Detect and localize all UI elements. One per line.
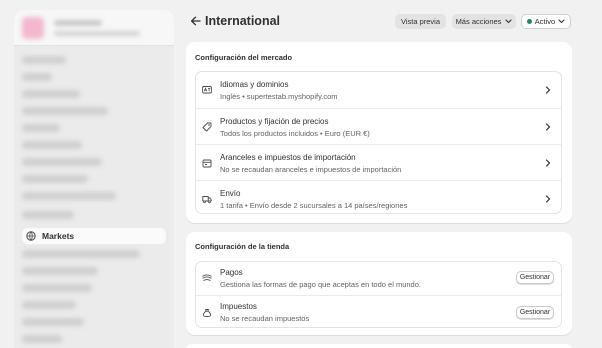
- more-actions-label: Más acciones: [455, 17, 502, 26]
- row-title: Aranceles e impuestos de importación: [220, 153, 356, 162]
- globe-icon: [26, 231, 36, 241]
- manage-payments-button[interactable]: Gestionar: [516, 271, 554, 284]
- status-label: Activo: [534, 17, 556, 26]
- row-subtitle: No se recaudan impuestos: [220, 314, 310, 323]
- price-tag-icon: [202, 122, 212, 132]
- sidebar-item-blurred[interactable]: [22, 175, 88, 183]
- sidebar-item-blurred[interactable]: [22, 318, 84, 326]
- row-title: Envío: [220, 189, 241, 198]
- languages-domains-row[interactable]: Idiomas y dominios Inglés • supertestab.…: [196, 72, 561, 108]
- next-card: [186, 344, 572, 348]
- row-subtitle: 1 tarifa • Envío desde 2 sucursales a 14…: [220, 201, 408, 210]
- sidebar-item-blurred[interactable]: [22, 335, 62, 343]
- sidebar-item-blurred[interactable]: [22, 56, 66, 64]
- sidebar-item-blurred[interactable]: [22, 90, 80, 98]
- duties-import-taxes-row[interactable]: Aranceles e impuestos de importación No …: [196, 144, 561, 180]
- row-title: Idiomas y dominios: [220, 80, 289, 89]
- sidebar-item-blurred[interactable]: [22, 158, 102, 166]
- store-switcher[interactable]: [14, 10, 174, 46]
- chevron-right-icon: [544, 123, 552, 131]
- more-actions-button[interactable]: Más acciones: [452, 14, 516, 29]
- store-domain-blurred: [54, 31, 140, 36]
- store-config-list: Pagos Gestiona las formas de pago que ac…: [195, 261, 562, 328]
- sidebar: Markets: [14, 10, 174, 348]
- manage-taxes-button[interactable]: Gestionar: [516, 306, 554, 319]
- preview-button-label: Vista previa: [400, 17, 441, 26]
- sidebar-item-markets[interactable]: Markets: [22, 228, 166, 244]
- products-pricing-row[interactable]: Productos y fijación de precios Todos lo…: [196, 108, 561, 144]
- tax-bag-icon: [202, 308, 212, 318]
- truck-icon: [202, 194, 212, 204]
- row-title: Pagos: [220, 268, 243, 277]
- row-subtitle: No se recaudan aranceles e impuestos de …: [220, 165, 402, 174]
- sidebar-item-blurred[interactable]: [22, 267, 98, 275]
- row-subtitle: Todos los productos incluidos • Euro (EU…: [220, 129, 370, 138]
- chevron-right-icon: [544, 86, 552, 94]
- market-config-card: Configuración del mercado Idiomas y domi…: [186, 42, 572, 223]
- preview-button[interactable]: Vista previa: [395, 14, 446, 29]
- row-title: Impuestos: [220, 302, 257, 311]
- sidebar-item-blurred[interactable]: [22, 211, 74, 219]
- chevron-right-icon: [544, 159, 552, 167]
- store-avatar: [22, 17, 44, 39]
- chevron-right-icon: [544, 195, 552, 203]
- row-subtitle: Gestiona las formas de pago que aceptas …: [220, 280, 421, 289]
- sidebar-item-blurred[interactable]: [22, 107, 108, 115]
- customs-icon: [202, 158, 212, 168]
- sidebar-item-blurred[interactable]: [22, 284, 92, 292]
- translate-icon: [202, 85, 212, 95]
- sidebar-item-blurred[interactable]: [22, 301, 76, 309]
- chevron-down-icon: [558, 19, 565, 24]
- sidebar-item-blurred[interactable]: [22, 192, 116, 200]
- sidebar-item-label: Markets: [42, 231, 75, 241]
- taxes-row: Impuestos No se recaudan impuestos Gesti…: [196, 295, 561, 329]
- market-status-select[interactable]: Activo: [521, 14, 571, 29]
- payments-row: Pagos Gestiona las formas de pago que ac…: [196, 262, 561, 295]
- row-title: Productos y fijación de precios: [220, 117, 329, 126]
- sidebar-item-blurred[interactable]: [22, 124, 60, 132]
- shipping-row[interactable]: Envío 1 tarifa • Envío desde 2 sucursale…: [196, 180, 561, 215]
- market-config-list: Idiomas y dominios Inglés • supertestab.…: [195, 71, 562, 214]
- card-title: Configuración del mercado: [195, 53, 293, 62]
- back-arrow-icon[interactable]: [189, 15, 201, 27]
- sidebar-item-blurred[interactable]: [22, 250, 140, 258]
- card-title: Configuración de la tienda: [195, 242, 290, 251]
- status-dot: [526, 19, 532, 24]
- chevron-down-icon: [505, 19, 512, 24]
- sidebar-item-blurred[interactable]: [22, 73, 52, 81]
- store-name-blurred: [54, 20, 102, 26]
- cash-icon: [202, 273, 212, 283]
- row-subtitle: Inglés • supertestab.myshopify.com: [220, 92, 338, 101]
- sidebar-item-blurred[interactable]: [22, 141, 82, 149]
- store-config-card: Configuración de la tienda Pagos Gestion…: [186, 232, 572, 335]
- page-title: International: [205, 14, 281, 28]
